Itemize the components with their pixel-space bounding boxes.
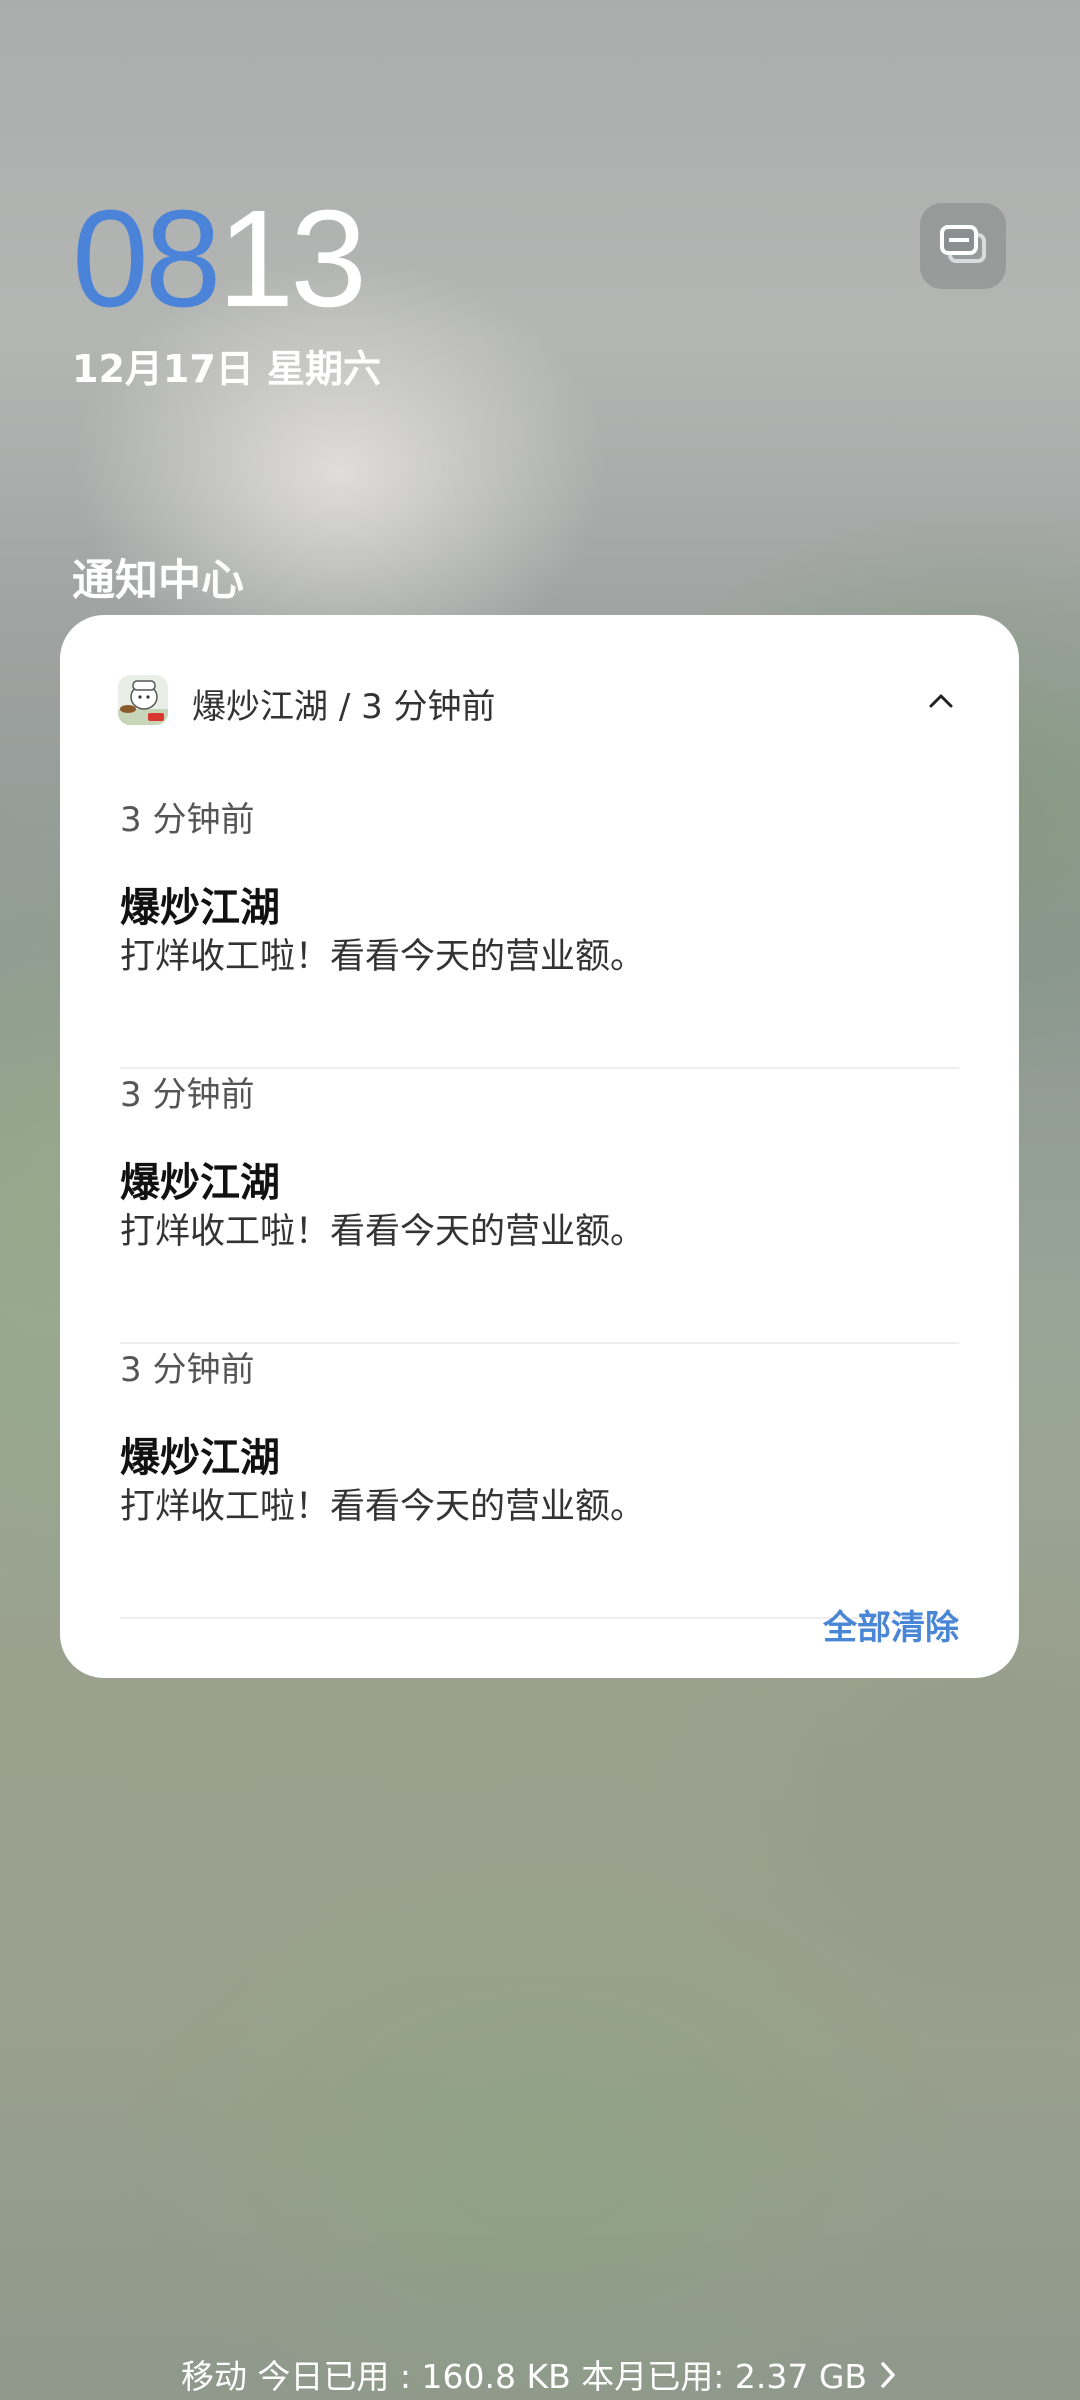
notification-group-header-text: 爆炒江湖 / 3 分钟前 bbox=[192, 679, 496, 728]
notification-center-title: 通知中心 bbox=[72, 556, 244, 606]
notification-title: 爆炒江湖 bbox=[120, 1435, 280, 1481]
header-separator: / bbox=[338, 687, 351, 727]
chevron-right-icon bbox=[877, 2359, 899, 2398]
lockscreen-clock: 0813 bbox=[72, 190, 367, 328]
header-time: 3 分钟前 bbox=[361, 687, 496, 727]
data-usage-text: 移动 今日已用 : 160.8 KB 本月已用: 2.37 GB bbox=[180, 2357, 868, 2396]
notification-group-header[interactable]: 爆炒江湖 / 3 分钟前 bbox=[60, 655, 1019, 745]
app-name: 爆炒江湖 bbox=[192, 687, 328, 727]
date-label: 12月17日 星期六 bbox=[72, 347, 381, 391]
clock-minute: 13 bbox=[217, 182, 367, 336]
notification-group-card[interactable]: 爆炒江湖 / 3 分钟前 3 分钟前 爆炒江湖 打烊收工啦！看看今天的营业额。 … bbox=[60, 615, 1019, 1678]
notification-time: 3 分钟前 bbox=[120, 800, 255, 840]
clock-hour: 08 bbox=[72, 182, 221, 336]
collapse-group-button[interactable] bbox=[923, 683, 959, 719]
chef-app-icon bbox=[118, 675, 168, 725]
notification-style-toggle-button[interactable] bbox=[920, 203, 1006, 289]
data-usage-bar[interactable]: 移动 今日已用 : 160.8 KB 本月已用: 2.37 GB bbox=[0, 2350, 1080, 2398]
notification-body: 打烊收工啦！看看今天的营业额。 bbox=[120, 1212, 646, 1252]
notification-item[interactable]: 3 分钟前 爆炒江湖 打烊收工啦！看看今天的营业额。 bbox=[120, 1342, 959, 1619]
notification-time: 3 分钟前 bbox=[120, 1075, 255, 1115]
chevron-up-icon bbox=[929, 694, 953, 708]
notification-item[interactable]: 3 分钟前 爆炒江湖 打烊收工啦！看看今天的营业额。 bbox=[120, 792, 959, 1069]
stacked-cards-icon bbox=[940, 225, 986, 263]
clear-all-button[interactable]: 全部清除 bbox=[823, 1600, 959, 1649]
notification-time: 3 分钟前 bbox=[120, 1350, 255, 1390]
notification-title: 爆炒江湖 bbox=[120, 1160, 280, 1206]
notification-title: 爆炒江湖 bbox=[120, 885, 280, 931]
notification-body: 打烊收工啦！看看今天的营业额。 bbox=[120, 937, 646, 977]
notification-body: 打烊收工啦！看看今天的营业额。 bbox=[120, 1487, 646, 1527]
notification-item[interactable]: 3 分钟前 爆炒江湖 打烊收工啦！看看今天的营业额。 bbox=[120, 1067, 959, 1344]
